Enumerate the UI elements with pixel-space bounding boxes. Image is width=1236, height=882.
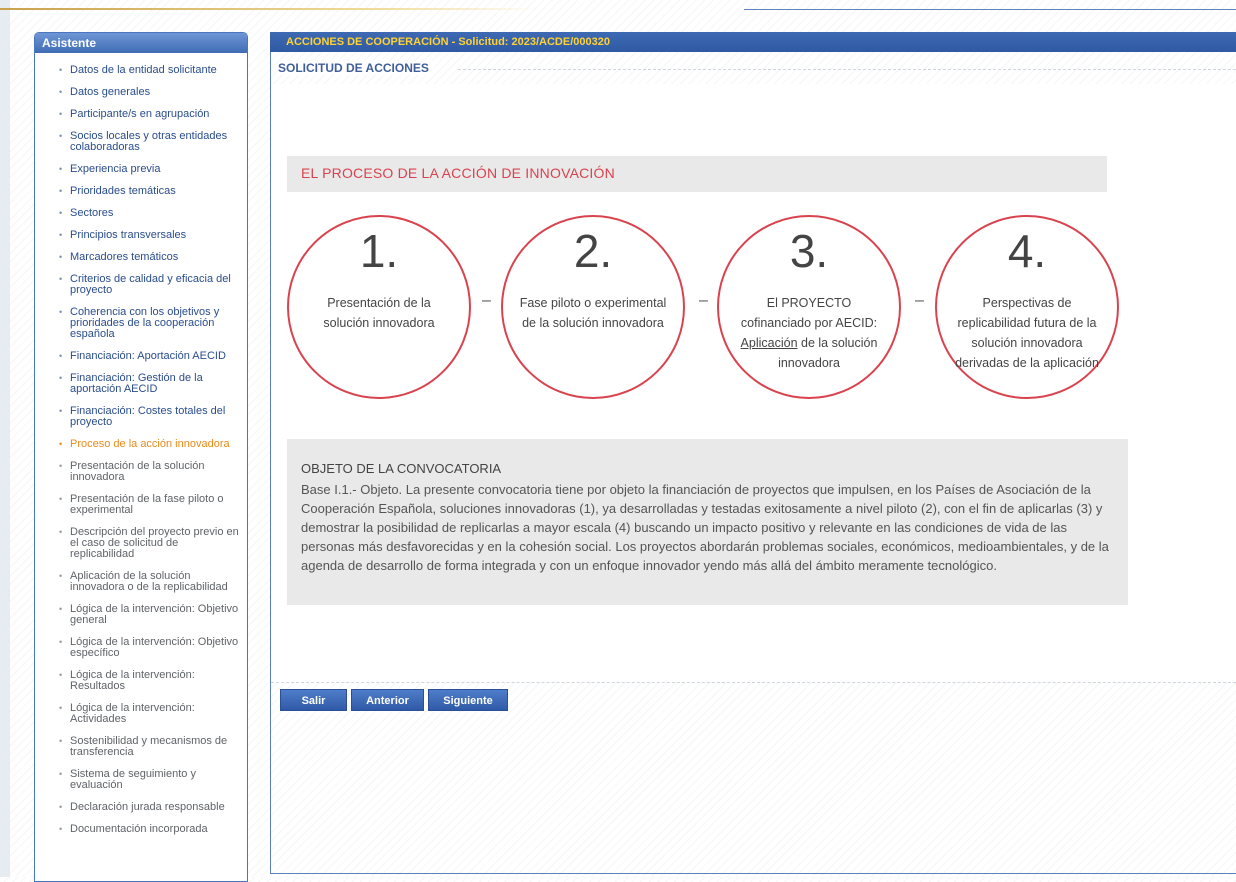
sidebar-item-sostenibilidad[interactable]: Sostenibilidad y mecanismos de transfere… [35, 736, 247, 758]
sidebar-item-aplicacion-solucion[interactable]: Aplicación de la solución innovadora o d… [35, 571, 247, 593]
step-circle-2: 2. Fase piloto o experimental de la solu… [501, 215, 685, 399]
step-text: Perspectivas de replicabilidad futura de… [955, 296, 1099, 370]
section-bottom-divider [271, 682, 1236, 683]
sidebar-item-sectores[interactable]: Sectores [35, 208, 247, 220]
top-decoration-gold [0, 8, 540, 10]
section-divider [458, 69, 1236, 70]
objeto-title: OBJETO DE LA CONVOCATORIA [301, 461, 502, 476]
form-content: EL PROCESO DE LA ACCIÓN DE INNOVACIÓN 1.… [271, 84, 1236, 711]
sidebar-item-experiencia-previa[interactable]: Experiencia previa [35, 164, 247, 176]
sidebar-item-socios-locales[interactable]: Socios locales y otras entidades colabor… [35, 131, 247, 153]
salir-button[interactable]: Salir [280, 689, 347, 711]
aplicacion-link[interactable]: Aplicación [741, 336, 798, 350]
step-text: El PROYECTO cofinanciado por AECID: Apli… [733, 293, 885, 373]
step-text-line: innovadora [778, 356, 840, 370]
sidebar-item-financiacion-gestion[interactable]: Financiación: Gestión de la aportación A… [35, 373, 247, 395]
step-text: Fase piloto o experimental de la solució… [519, 296, 667, 330]
step-separator: – [915, 292, 924, 309]
main-panel: ACCIONES DE COOPERACIÓN - Solicitud: 202… [270, 32, 1236, 877]
step-number: 1. [359, 225, 399, 277]
sidebar-item-prioridades-tematicas[interactable]: Prioridades temáticas [35, 186, 247, 198]
sidebar-item-objetivo-especifico[interactable]: Lógica de la intervención: Objetivo espe… [35, 637, 247, 659]
step-separator: – [699, 292, 708, 309]
siguiente-button[interactable]: Siguiente [428, 689, 508, 711]
sidebar-item-financiacion-costes[interactable]: Financiación: Costes totales del proyect… [35, 406, 247, 428]
section-legend: SOLICITUD DE ACCIONES [278, 61, 433, 75]
step-circle-4: 4. Perspectivas de replicabilidad futura… [935, 215, 1119, 399]
objeto-convocatoria-box: OBJETO DE LA CONVOCATORIA Base I.1.- Obj… [287, 439, 1128, 605]
wizard-sidebar: Asistente Datos de la entidad solicitant… [34, 32, 248, 882]
step-separator: – [482, 292, 491, 309]
step-number: 4. [1007, 225, 1047, 277]
sidebar-item-principios-transversales[interactable]: Principios transversales [35, 230, 247, 242]
sidebar-item-objetivo-general[interactable]: Lógica de la intervención: Objetivo gene… [35, 604, 247, 626]
sidebar-item-datos-entidad[interactable]: Datos de la entidad solicitante [35, 65, 247, 77]
sidebar-item-proceso-accion[interactable]: Proceso de la acción innovadora [35, 439, 247, 451]
process-banner: EL PROCESO DE LA ACCIÓN DE INNOVACIÓN [287, 156, 1107, 192]
sidebar-item-marcadores-tematicos[interactable]: Marcadores temáticos [35, 252, 247, 264]
sidebar-item-seguimiento[interactable]: Sistema de seguimiento y evaluación [35, 769, 247, 791]
step-text-line: cofinanciado por AECID: [740, 316, 878, 330]
anterior-button[interactable]: Anterior [351, 689, 424, 711]
sidebar-item-proyecto-previo[interactable]: Descripción del proyecto previo en el ca… [35, 527, 247, 560]
sidebar-item-actividades[interactable]: Lógica de la intervención: Actividades [35, 703, 247, 725]
step-number: 2. [573, 225, 613, 277]
sidebar-item-fase-piloto[interactable]: Presentación de la fase piloto o experim… [35, 494, 247, 516]
step-text-line: de la solución [797, 336, 878, 350]
top-decoration-blue [744, 9, 1236, 10]
objeto-text: Base I.1.- Objeto. La presente convocato… [301, 482, 1109, 573]
sidebar-title: Asistente [35, 33, 247, 53]
main-header-title: ACCIONES DE COOPERACIÓN - Solicitud: 202… [270, 32, 1236, 52]
sidebar-item-declaracion-jurada[interactable]: Declaración jurada responsable [35, 802, 247, 814]
step-circle-3: 3. El PROYECTO cofinanciado por AECID: A… [717, 215, 901, 399]
sidebar-item-documentacion[interactable]: Documentación incorporada [35, 824, 247, 836]
step-number: 3. [789, 225, 829, 277]
sidebar-item-financiacion-aportacion[interactable]: Financiación: Aportación AECID [35, 351, 247, 363]
sidebar-item-presentacion-solucion[interactable]: Presentación de la solución innovadora [35, 461, 247, 483]
sidebar-item-criterios-calidad[interactable]: Criterios de calidad y eficacia del proy… [35, 274, 247, 296]
left-border-stripe [0, 0, 10, 877]
sidebar-item-datos-generales[interactable]: Datos generales [35, 87, 247, 99]
sidebar-item-participantes[interactable]: Participante/s en agrupación [35, 109, 247, 121]
sidebar-item-resultados[interactable]: Lógica de la intervención: Resultados [35, 670, 247, 692]
step-circle-1: 1. Presentación de la solución innovador… [287, 215, 471, 399]
step-text: Presentación de la solución innovadora [323, 296, 435, 330]
step-text-line: El PROYECTO [766, 296, 852, 310]
banner-title: EL PROCESO DE LA ACCIÓN DE INNOVACIÓN [301, 165, 615, 181]
sidebar-item-coherencia-objetivos[interactable]: Coherencia con los objetivos y prioridad… [35, 307, 247, 340]
sidebar-list: Datos de la entidad solicitante Datos ge… [35, 53, 247, 836]
